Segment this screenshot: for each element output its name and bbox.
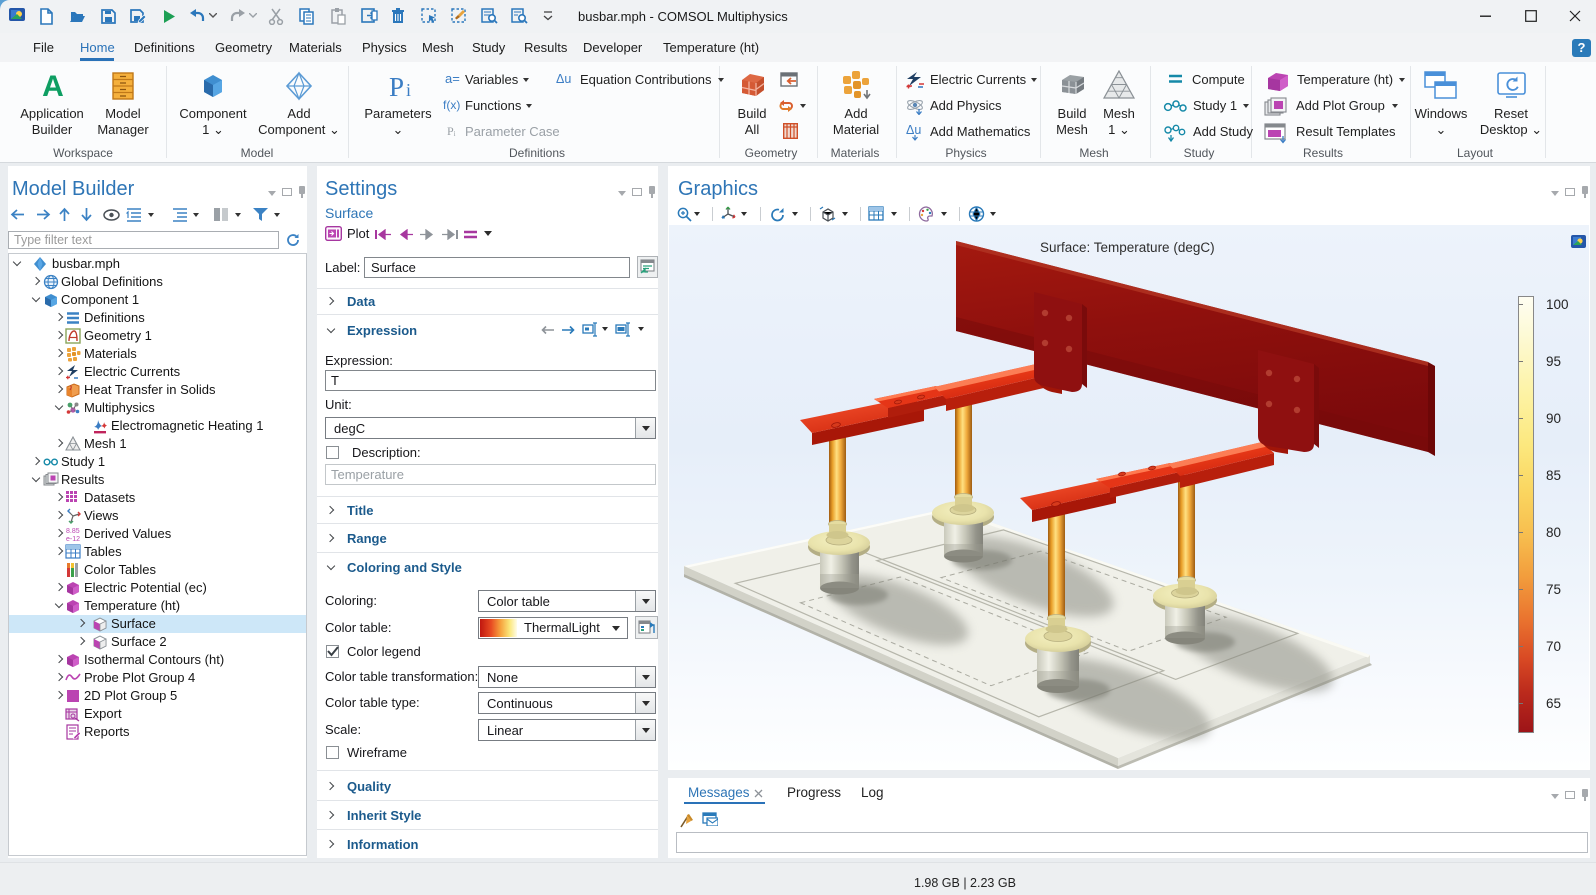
- svg-text:Δu: Δu: [906, 123, 921, 137]
- svg-text:Δu: Δu: [556, 72, 571, 86]
- svg-text:a=: a=: [445, 72, 460, 86]
- svg-text:8.85: 8.85: [66, 528, 80, 535]
- svg-text:e-12: e-12: [66, 536, 80, 542]
- svg-text:i: i: [406, 80, 411, 100]
- svg-text:f(x): f(x): [443, 98, 460, 112]
- svg-text:P: P: [389, 72, 404, 102]
- svg-text:Pᵢ: Pᵢ: [447, 124, 456, 138]
- svg-text:A: A: [42, 70, 64, 102]
